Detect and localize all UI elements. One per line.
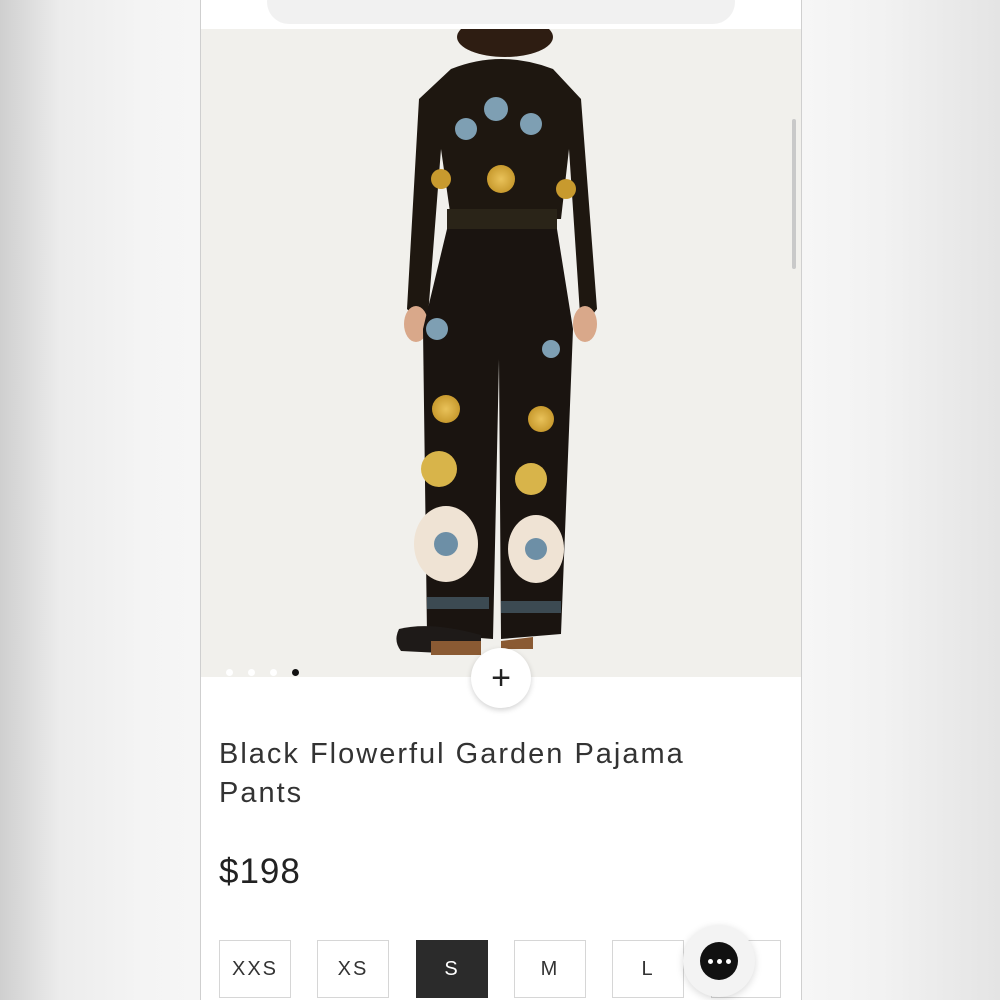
- product-page: + Black Flowerful Garden Pajama Pants $1…: [200, 0, 802, 1000]
- size-option-xs[interactable]: XS: [317, 940, 389, 998]
- size-option-l[interactable]: L: [612, 940, 684, 998]
- add-button[interactable]: +: [471, 648, 531, 708]
- scrollbar[interactable]: [792, 119, 796, 269]
- model-photo: [396, 29, 597, 655]
- carousel-dots: [226, 669, 299, 676]
- carousel-dot[interactable]: [248, 669, 255, 676]
- size-option-m[interactable]: M: [514, 940, 586, 998]
- carousel-dot[interactable]: [270, 669, 277, 676]
- size-option-xxs[interactable]: XXS: [219, 940, 291, 998]
- browser-address-bar[interactable]: [267, 0, 735, 24]
- product-price: $198: [219, 852, 301, 891]
- carousel-dot-active[interactable]: [292, 669, 299, 676]
- plus-icon: +: [491, 659, 511, 697]
- size-option-s[interactable]: S: [416, 940, 488, 998]
- carousel-dot[interactable]: [226, 669, 233, 676]
- chat-icon: [700, 942, 738, 980]
- chat-button[interactable]: [683, 925, 755, 997]
- product-image[interactable]: [201, 29, 801, 677]
- product-title: Black Flowerful Garden Pajama Pants: [219, 738, 685, 809]
